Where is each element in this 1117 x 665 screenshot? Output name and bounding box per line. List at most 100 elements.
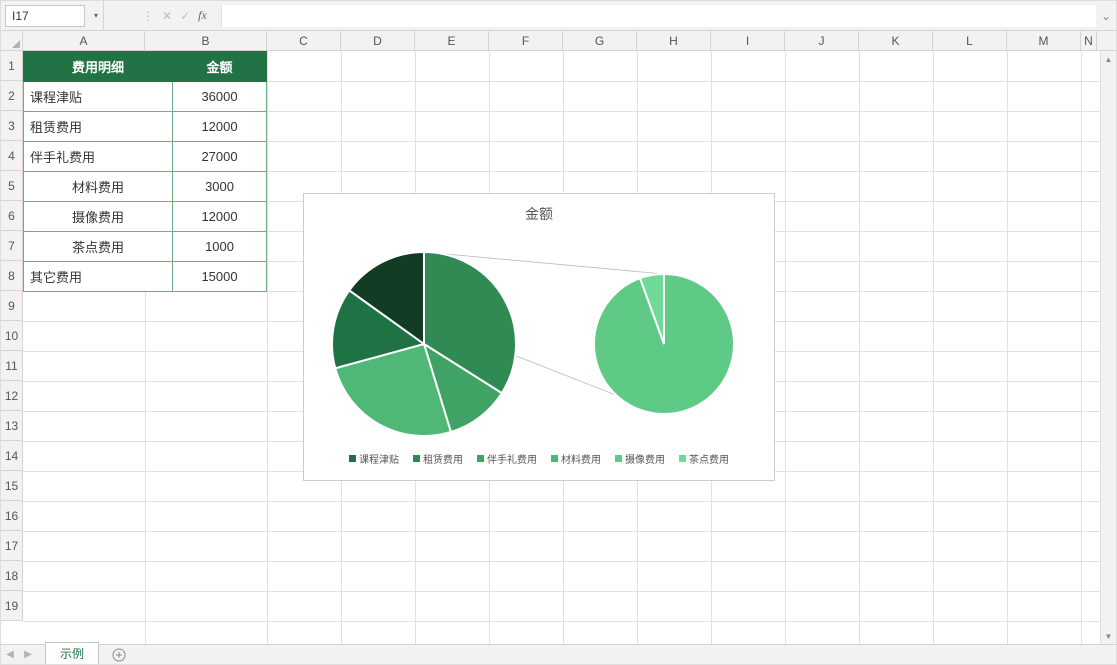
horizontal-scrollbar[interactable]	[169, 648, 1096, 662]
col-header-A[interactable]: A	[23, 31, 145, 50]
pie-of-pie-chart[interactable]: 金额 课程津贴 租赁费用 伴手礼费用 材料费用 摄像费用 茶点费用	[303, 193, 775, 481]
grid-area[interactable]: 1 2 3 4 5 6 7 8 9 10 11 12 13 14 15 16 1…	[1, 51, 1116, 646]
col-header-B[interactable]: B	[145, 31, 267, 50]
col-header-C[interactable]: C	[267, 31, 341, 50]
formula-edit-buttons: ⋮ ✕ ✓ fx	[134, 8, 221, 23]
col-header-E[interactable]: E	[415, 31, 489, 50]
table-row: 其它费用15000	[24, 262, 267, 292]
th-detail[interactable]: 费用明细	[24, 52, 173, 82]
col-header-L[interactable]: L	[933, 31, 1007, 50]
legend-label: 茶点费用	[689, 451, 729, 466]
col-header-H[interactable]: H	[637, 31, 711, 50]
legend-label: 伴手礼费用	[487, 451, 537, 466]
cell-label[interactable]: 其它费用	[24, 262, 173, 292]
tab-nav-last-icon[interactable]: ▶	[19, 649, 37, 660]
row-header[interactable]: 4	[1, 141, 23, 171]
row-header[interactable]: 14	[1, 441, 23, 471]
table-row: 材料费用3000	[24, 172, 267, 202]
row-header[interactable]: 19	[1, 591, 23, 621]
formula-separator-icon: ⋮	[142, 9, 154, 23]
legend-item: 材料费用	[551, 451, 601, 466]
row-header[interactable]: 10	[1, 321, 23, 351]
legend-item: 摄像费用	[615, 451, 665, 466]
row-header[interactable]: 7	[1, 231, 23, 261]
table-row: 租赁费用12000	[24, 112, 267, 142]
row-header[interactable]: 3	[1, 111, 23, 141]
cell-value[interactable]: 3000	[173, 172, 267, 202]
row-header-col: 1 2 3 4 5 6 7 8 9 10 11 12 13 14 15 16 1…	[1, 51, 23, 621]
th-amount[interactable]: 金额	[173, 52, 267, 82]
legend-item: 伴手礼费用	[477, 451, 537, 466]
chart-legend: 课程津贴 租赁费用 伴手礼费用 材料费用 摄像费用 茶点费用	[304, 451, 774, 466]
table-row: 茶点费用1000	[24, 232, 267, 262]
cell-value[interactable]: 12000	[173, 112, 267, 142]
cell-label[interactable]: 材料费用	[24, 172, 173, 202]
cell-value[interactable]: 1000	[173, 232, 267, 262]
col-header-I[interactable]: I	[711, 31, 785, 50]
col-header-G[interactable]: G	[563, 31, 637, 50]
legend-item: 课程津贴	[349, 451, 399, 466]
formula-bar-row: I17 ▾ ⋮ ✕ ✓ fx ⌄	[1, 1, 1116, 31]
fx-icon[interactable]: fx	[198, 8, 213, 23]
formula-bar-expand-icon[interactable]: ⌄	[1096, 9, 1116, 23]
col-header-D[interactable]: D	[341, 31, 415, 50]
table-row: 课程津贴36000	[24, 82, 267, 112]
scroll-up-icon[interactable]: ▲	[1101, 51, 1116, 67]
sheet-tab-active[interactable]: 示例	[45, 642, 99, 665]
legend-swatch	[413, 455, 420, 462]
row-header[interactable]: 8	[1, 261, 23, 291]
col-header-F[interactable]: F	[489, 31, 563, 50]
legend-swatch	[551, 455, 558, 462]
row-header[interactable]: 13	[1, 411, 23, 441]
name-box[interactable]: I17	[5, 5, 85, 27]
row-header[interactable]: 9	[1, 291, 23, 321]
formula-input[interactable]	[221, 5, 1096, 27]
cell-label[interactable]: 茶点费用	[24, 232, 173, 262]
vertical-scrollbar[interactable]: ▲ ▼	[1100, 51, 1116, 644]
cells[interactable]: 费用明细 金额 课程津贴36000 租赁费用12000 伴手礼费用27000 材…	[23, 51, 1116, 646]
legend-label: 摄像费用	[625, 451, 665, 466]
legend-swatch	[679, 455, 686, 462]
column-header-row: A B C D E F G H I J K L M N	[1, 31, 1116, 51]
cell-value[interactable]: 15000	[173, 262, 267, 292]
row-header[interactable]: 6	[1, 201, 23, 231]
row-header[interactable]: 12	[1, 381, 23, 411]
chart-svg	[304, 224, 776, 454]
cell-value[interactable]: 36000	[173, 82, 267, 112]
row-header[interactable]: 17	[1, 531, 23, 561]
cell-label[interactable]: 课程津贴	[24, 82, 173, 112]
legend-swatch	[615, 455, 622, 462]
row-header[interactable]: 16	[1, 501, 23, 531]
row-header[interactable]: 15	[1, 471, 23, 501]
col-header-N[interactable]: N	[1081, 31, 1097, 50]
col-header-K[interactable]: K	[859, 31, 933, 50]
cell-label[interactable]: 摄像费用	[24, 202, 173, 232]
confirm-icon[interactable]: ✓	[180, 9, 190, 23]
tab-nav-first-icon[interactable]: ◀	[1, 649, 19, 660]
add-sheet-button[interactable]	[109, 645, 129, 665]
scroll-down-icon[interactable]: ▼	[1101, 628, 1116, 644]
cancel-icon[interactable]: ✕	[162, 9, 172, 23]
col-header-M[interactable]: M	[1007, 31, 1081, 50]
cell-value[interactable]: 12000	[173, 202, 267, 232]
plus-circle-icon	[112, 648, 126, 662]
cell-value[interactable]: 27000	[173, 142, 267, 172]
col-header-J[interactable]: J	[785, 31, 859, 50]
cell-label[interactable]: 伴手礼费用	[24, 142, 173, 172]
table-row: 摄像费用12000	[24, 202, 267, 232]
row-header[interactable]: 11	[1, 351, 23, 381]
row-header[interactable]: 5	[1, 171, 23, 201]
chart-title: 金额	[304, 204, 774, 224]
cell-label[interactable]: 租赁费用	[24, 112, 173, 142]
name-box-dropdown-icon[interactable]: ▾	[89, 5, 103, 27]
row-header[interactable]: 18	[1, 561, 23, 591]
sheet-tab-bar: ◀ ▶ 示例	[1, 644, 1116, 664]
excel-window: I17 ▾ ⋮ ✕ ✓ fx ⌄ A B C D E F G H I J K L…	[0, 0, 1117, 665]
table-row: 伴手礼费用27000	[24, 142, 267, 172]
select-all-corner[interactable]	[1, 31, 23, 50]
legend-label: 材料费用	[561, 451, 601, 466]
legend-item: 租赁费用	[413, 451, 463, 466]
legend-label: 租赁费用	[423, 451, 463, 466]
row-header[interactable]: 1	[1, 51, 23, 81]
row-header[interactable]: 2	[1, 81, 23, 111]
